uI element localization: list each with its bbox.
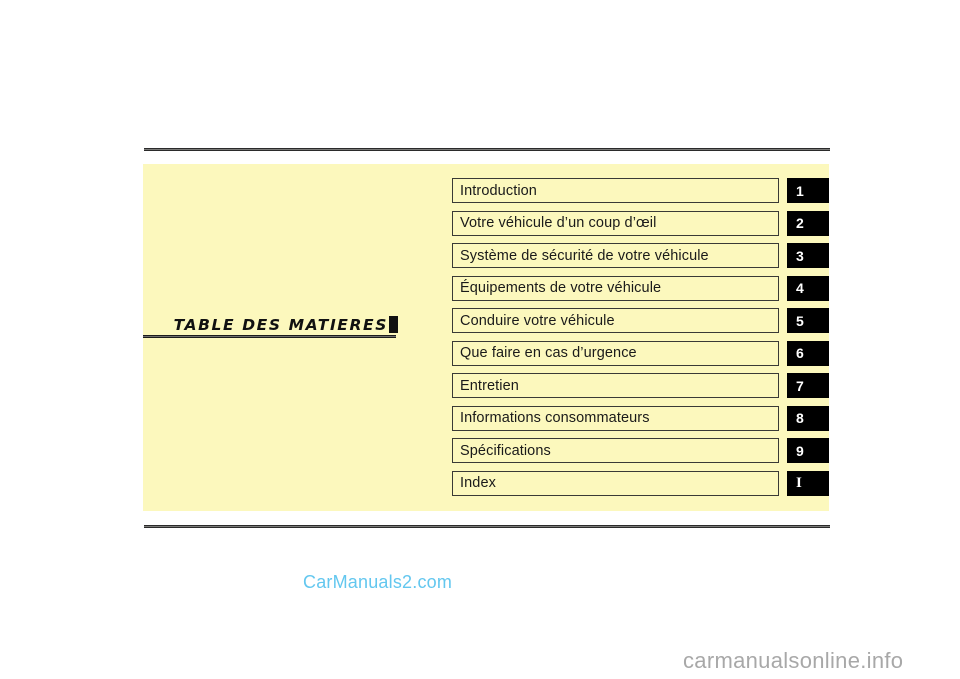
toc-entry-label[interactable]: Spécifications	[452, 438, 779, 463]
toc-entry-number[interactable]: 6	[787, 340, 829, 366]
toc-entry-number[interactable]: 9	[787, 438, 829, 463]
bottom-divider-rule	[144, 525, 830, 528]
toc-entry-label[interactable]: Équipements de votre véhicule	[452, 275, 779, 301]
page-title: TABLE DES MATIERES	[173, 315, 398, 334]
toc-entry-number[interactable]: 1	[787, 178, 829, 203]
toc-list: Introduction 1 Votre véhicule d’un coup …	[452, 178, 829, 503]
toc-entry-label[interactable]: Entretien	[452, 373, 779, 398]
toc-entry-number[interactable]: 8	[787, 405, 829, 431]
list-item[interactable]: Conduire votre véhicule 5	[452, 308, 829, 333]
toc-entry-label[interactable]: Index	[452, 470, 779, 496]
list-item[interactable]: Votre véhicule d’un coup d’œil 2	[452, 210, 829, 236]
toc-entry-label[interactable]: Informations consommateurs	[452, 405, 779, 431]
watermark-carmanualsonline: carmanualsonline.info	[683, 648, 904, 673]
list-item[interactable]: Équipements de votre véhicule 4	[452, 275, 829, 301]
list-item[interactable]: Entretien 7	[452, 373, 829, 398]
watermark-carmanuals2: CarManuals2.com	[303, 572, 453, 592]
toc-entry-label[interactable]: Conduire votre véhicule	[452, 308, 779, 333]
list-item[interactable]: Système de sécurité de votre véhicule 3	[452, 243, 829, 268]
page-title-text: TABLE DES MATIERES	[173, 315, 388, 334]
toc-entry-number[interactable]: 7	[787, 373, 829, 398]
list-item[interactable]: Spécifications 9	[452, 438, 829, 463]
toc-entry-label[interactable]: Votre véhicule d’un coup d’œil	[452, 210, 779, 236]
toc-title-block: TABLE DES MATIERES	[143, 308, 398, 338]
list-item[interactable]: Index I	[452, 470, 829, 496]
title-underline	[143, 335, 396, 338]
toc-entry-number[interactable]: 2	[787, 210, 829, 236]
toc-entry-number[interactable]: 5	[787, 308, 829, 333]
list-item[interactable]: Que faire en cas d’urgence 6	[452, 340, 829, 366]
toc-entry-number[interactable]: 4	[787, 275, 829, 301]
black-square-marker-icon	[389, 315, 398, 333]
list-item[interactable]: Informations consommateurs 8	[452, 405, 829, 431]
toc-entry-label[interactable]: Que faire en cas d’urgence	[452, 340, 779, 366]
toc-entry-number[interactable]: 3	[787, 243, 829, 268]
top-divider-rule	[144, 148, 830, 151]
list-item[interactable]: Introduction 1	[452, 178, 829, 203]
toc-entry-number[interactable]: I	[787, 470, 829, 496]
toc-entry-label[interactable]: Système de sécurité de votre véhicule	[452, 243, 779, 268]
manual-page: TABLE DES MATIERES Introduction 1 Votre …	[0, 0, 960, 679]
toc-entry-label[interactable]: Introduction	[452, 178, 779, 203]
